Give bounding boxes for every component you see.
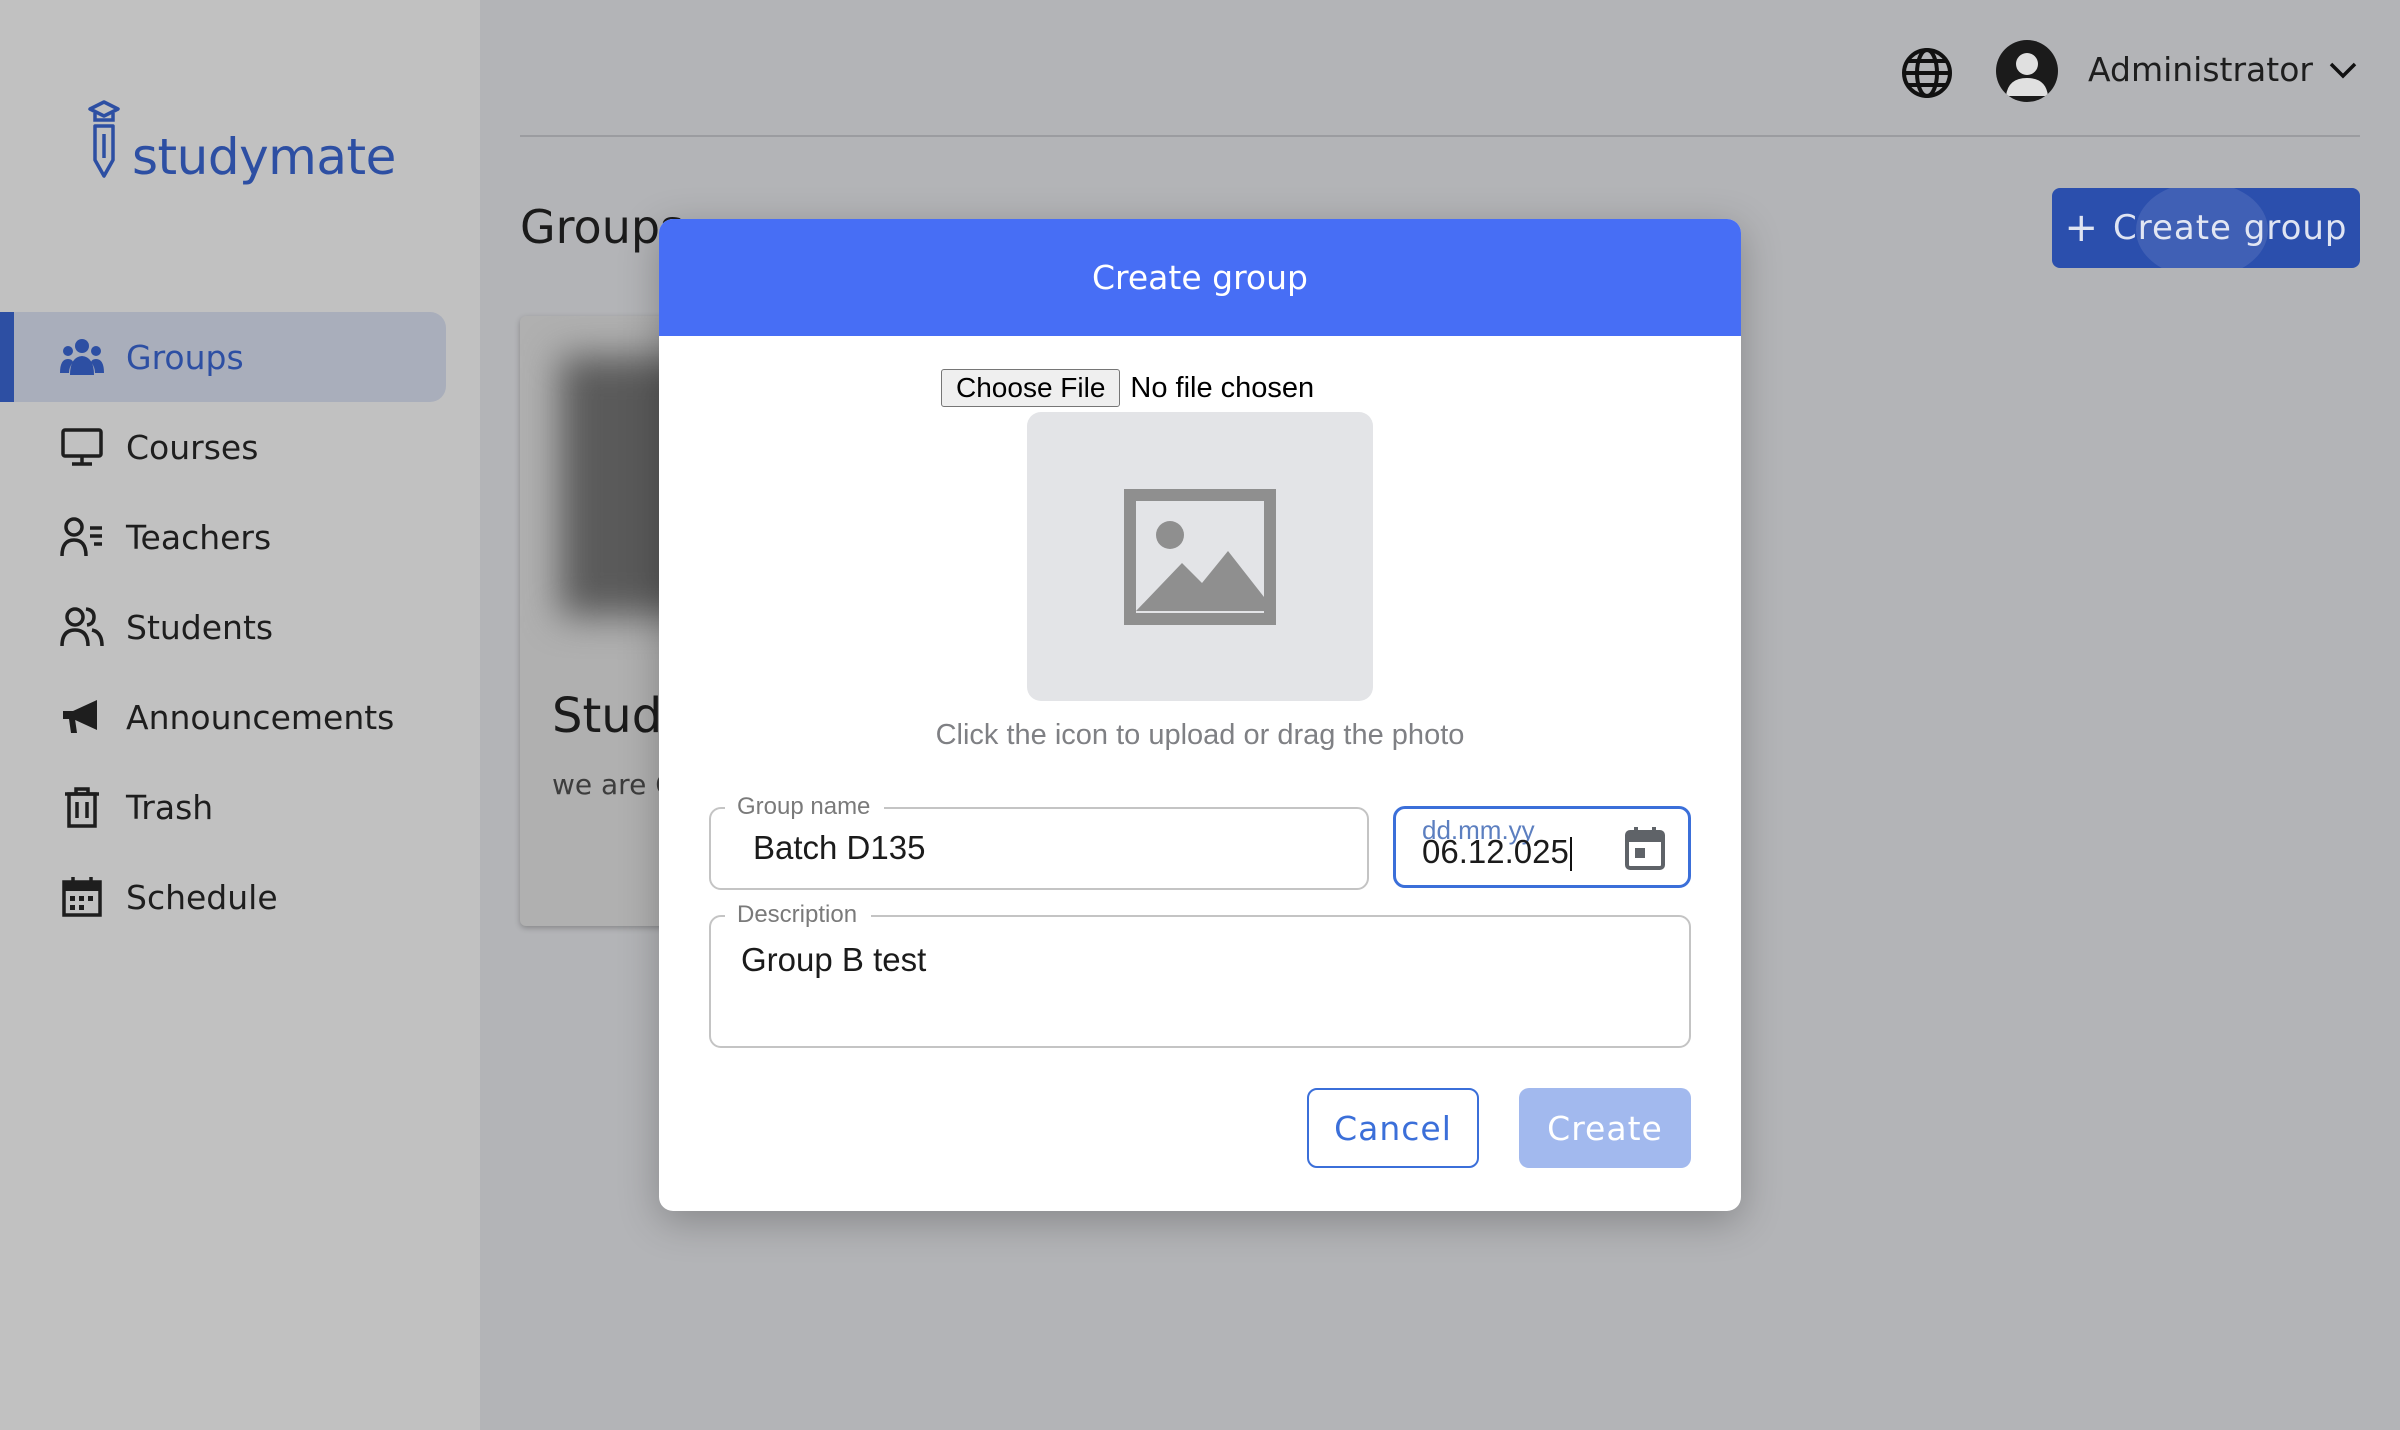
sidebar: studymate Groups Courses Teachers Studen… bbox=[0, 0, 480, 1430]
sidebar-item-label: Students bbox=[126, 607, 274, 647]
calendar-picker-icon[interactable] bbox=[1624, 825, 1666, 871]
sidebar-item-announcements[interactable]: Announcements bbox=[0, 672, 480, 762]
cancel-button[interactable]: Cancel bbox=[1307, 1088, 1479, 1168]
image-placeholder-icon bbox=[1124, 488, 1276, 625]
sidebar-item-students[interactable]: Students bbox=[0, 582, 480, 672]
file-input[interactable]: Choose File No file chosen bbox=[941, 369, 1314, 407]
header-divider bbox=[520, 135, 2360, 137]
sidebar-item-groups[interactable]: Groups bbox=[0, 312, 446, 402]
students-icon bbox=[60, 605, 104, 649]
description-label: Description bbox=[725, 901, 872, 929]
upload-hint: Click the icon to upload or drag the pho… bbox=[935, 719, 1465, 751]
sidebar-item-label: Teachers bbox=[126, 517, 272, 557]
monitor-icon bbox=[60, 425, 104, 469]
teacher-icon bbox=[60, 515, 104, 559]
date-value: 06.12.025 bbox=[1422, 833, 1569, 870]
logo-icon bbox=[88, 100, 120, 178]
sidebar-item-schedule[interactable]: Schedule bbox=[0, 852, 480, 942]
sidebar-item-trash[interactable]: Trash bbox=[0, 762, 480, 852]
logo[interactable]: studymate bbox=[86, 98, 396, 182]
date-value-wrap: 06.12.025 bbox=[1422, 833, 1572, 872]
globe-icon[interactable] bbox=[1900, 46, 1954, 100]
sidebar-item-label: Courses bbox=[126, 427, 259, 467]
group-card-description: we are C bbox=[552, 768, 675, 801]
user-name[interactable]: Administrator bbox=[2088, 50, 2313, 89]
user-avatar-icon[interactable] bbox=[1996, 40, 2058, 102]
group-name-label: Group name bbox=[725, 793, 885, 821]
groups-icon bbox=[60, 335, 104, 379]
description-value: Group B test bbox=[741, 941, 927, 978]
logo-text: studymate bbox=[132, 128, 396, 186]
group-name-field[interactable]: Group name Batch D135 bbox=[709, 793, 1369, 890]
trash-icon bbox=[60, 785, 104, 829]
button-ripple bbox=[2136, 188, 2268, 268]
sidebar-item-label: Groups bbox=[126, 337, 244, 377]
sidebar-item-teachers[interactable]: Teachers bbox=[0, 492, 480, 582]
chevron-down-icon[interactable] bbox=[2328, 60, 2358, 80]
text-caret bbox=[1569, 837, 1572, 872]
plus-icon: + bbox=[2064, 205, 2099, 251]
modal-title: Create group bbox=[659, 219, 1741, 336]
create-group-modal: Create group Choose File No file chosen … bbox=[659, 219, 1741, 1211]
create-group-button[interactable]: + Create group bbox=[2052, 188, 2360, 268]
megaphone-icon bbox=[60, 695, 104, 739]
sidebar-item-label: Trash bbox=[126, 787, 214, 827]
choose-file-button[interactable]: Choose File bbox=[941, 369, 1121, 407]
description-field[interactable]: Description Group B test bbox=[709, 901, 1691, 1048]
file-status: No file chosen bbox=[1130, 371, 1315, 404]
sidebar-item-label: Schedule bbox=[126, 877, 278, 917]
group-name-value: Batch D135 bbox=[753, 829, 926, 866]
sidebar-nav: Groups Courses Teachers Students Announc… bbox=[0, 312, 480, 942]
sidebar-item-label: Announcements bbox=[126, 697, 395, 737]
date-field[interactable]: dd.mm.yy 06.12.025 bbox=[1393, 806, 1691, 888]
sidebar-item-courses[interactable]: Courses bbox=[0, 402, 480, 492]
calendar-icon bbox=[60, 875, 104, 919]
group-card[interactable]: Stude we are C bbox=[520, 316, 680, 926]
photo-upload-area[interactable] bbox=[1027, 412, 1373, 701]
create-button[interactable]: Create bbox=[1519, 1088, 1691, 1168]
